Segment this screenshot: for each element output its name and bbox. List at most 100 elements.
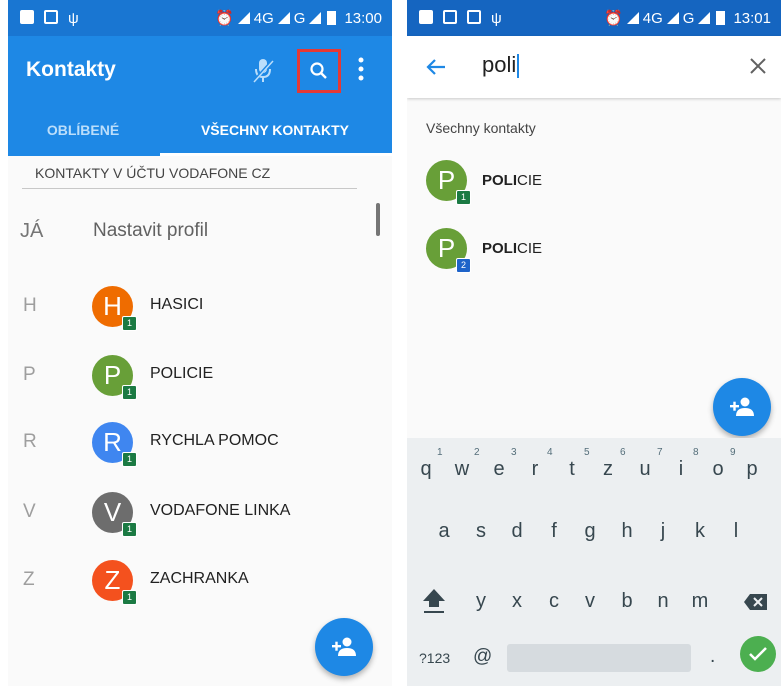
more-options-button[interactable] [354, 54, 368, 84]
search-result-row[interactable]: P 1 POLICIE [407, 160, 781, 205]
avatar: H 1 [92, 286, 137, 331]
key-b[interactable]: b [612, 590, 642, 613]
period-key[interactable]: . [710, 646, 715, 668]
search-result-row[interactable]: P 2 POLICIE [407, 228, 781, 273]
avatar-initial: P [437, 233, 456, 263]
key-hint: 9 [730, 447, 736, 458]
usb-icon: ψ [491, 10, 502, 27]
contact-row[interactable]: H H 1 HASICI [8, 281, 392, 331]
key-q[interactable]: q [411, 458, 441, 481]
voice-search-button[interactable] [248, 54, 278, 86]
sim-badge: 1 [122, 522, 137, 537]
avatar: P 1 [92, 355, 137, 400]
close-icon [750, 58, 766, 74]
set-profile-item[interactable]: Nastavit profil [93, 220, 208, 242]
alarm-icon: ⏰ [604, 10, 623, 27]
keyboard-status-icon [443, 10, 457, 24]
microphone-icon [252, 58, 275, 83]
avatar: Z 1 [92, 560, 137, 605]
scrollbar[interactable] [376, 203, 380, 236]
search-query: poli [482, 52, 517, 77]
key-a[interactable]: a [429, 520, 459, 543]
key-u[interactable]: u [630, 458, 660, 481]
backspace-key[interactable] [743, 592, 769, 612]
shift-key[interactable] [421, 586, 447, 614]
contacts-screen: ψ ⏰ 4G G 13:00 Kontakty OBLÍBENÉ VŠECHNY… [8, 0, 392, 686]
tab-indicator [160, 153, 392, 156]
key-p[interactable]: p [737, 458, 767, 481]
key-z[interactable]: z [593, 458, 623, 481]
add-contact-button[interactable] [713, 378, 771, 436]
network-label: 4G [253, 9, 274, 27]
avatar: V 1 [92, 492, 137, 537]
search-input[interactable]: poli [482, 52, 520, 79]
network-label-2: G [682, 9, 695, 27]
contact-name: RYCHLA POMOC [150, 432, 279, 449]
avatar: R 1 [92, 422, 137, 467]
contact-name: POLICIE [482, 240, 542, 257]
key-w[interactable]: w [447, 458, 477, 481]
key-g[interactable]: g [575, 520, 605, 543]
battery-icon [327, 11, 337, 25]
key-hint: 1 [437, 447, 443, 458]
key-i[interactable]: i [666, 458, 696, 481]
soft-keyboard: q w e r t z u i o p 1 2 3 4 5 6 7 8 9 a … [407, 438, 781, 686]
key-v[interactable]: v [575, 590, 605, 613]
key-m[interactable]: m [685, 590, 715, 613]
key-s[interactable]: s [466, 520, 496, 543]
sim-badge: 1 [122, 590, 137, 605]
usb-icon: ψ [68, 10, 79, 27]
contact-row[interactable]: R R 1 RYCHLA POMOC [8, 417, 392, 467]
key-n[interactable]: n [648, 590, 678, 613]
signal-icon [277, 12, 290, 24]
key-y[interactable]: y [466, 590, 496, 613]
contact-row[interactable]: V V 1 VODAFONE LINKA [8, 487, 392, 537]
key-hint: 8 [693, 447, 699, 458]
key-x[interactable]: x [502, 590, 532, 613]
contact-row[interactable]: P P 1 POLICIE [8, 350, 392, 400]
status-bar: ψ ⏰ 4G G 13:01 [407, 0, 781, 36]
at-key[interactable]: @ [473, 646, 492, 668]
me-letter: JÁ [20, 220, 44, 242]
key-h[interactable]: h [612, 520, 642, 543]
space-bar[interactable] [507, 644, 691, 672]
key-k[interactable]: k [685, 520, 715, 543]
key-hint: 6 [620, 447, 626, 458]
account-section-header: KONTAKTY V ÚČTU VODAFONE CZ [35, 165, 271, 181]
check-icon [749, 647, 767, 661]
search-icon [310, 62, 327, 79]
contact-row[interactable]: Z Z 1 ZACHRANKA [8, 555, 392, 605]
contact-name: HASICI [150, 296, 204, 313]
shift-icon [423, 589, 445, 613]
key-r[interactable]: r [520, 458, 550, 481]
signal-icon [666, 12, 679, 24]
tab-all-contacts[interactable]: VŠECHNY KONTAKTY [158, 122, 392, 138]
symbols-key[interactable]: ?123 [419, 650, 450, 666]
add-contact-button[interactable] [315, 618, 373, 676]
back-button[interactable] [425, 56, 447, 78]
divider [22, 188, 357, 189]
key-hint: 5 [584, 447, 590, 458]
alarm-icon: ⏰ [215, 10, 234, 27]
index-letter: V [23, 501, 36, 522]
search-button[interactable] [297, 49, 341, 93]
sim-badge: 2 [456, 258, 471, 273]
match-rest: CIE [517, 240, 543, 257]
key-hint: 2 [474, 447, 480, 458]
key-hint: 4 [547, 447, 553, 458]
key-d[interactable]: d [502, 520, 532, 543]
key-t[interactable]: t [557, 458, 587, 481]
clear-search-button[interactable] [749, 54, 767, 82]
done-button[interactable] [740, 636, 776, 672]
key-f[interactable]: f [539, 520, 569, 543]
avatar-initial: P [437, 165, 456, 195]
key-l[interactable]: l [721, 520, 751, 543]
tab-favorites[interactable]: OBLÍBENÉ [8, 122, 158, 138]
index-letter: P [23, 364, 36, 385]
key-j[interactable]: j [648, 520, 678, 543]
key-o[interactable]: o [703, 458, 733, 481]
key-e[interactable]: e [484, 458, 514, 481]
sim-badge: 1 [122, 316, 137, 331]
key-c[interactable]: c [539, 590, 569, 613]
wifi-icon [237, 12, 250, 24]
